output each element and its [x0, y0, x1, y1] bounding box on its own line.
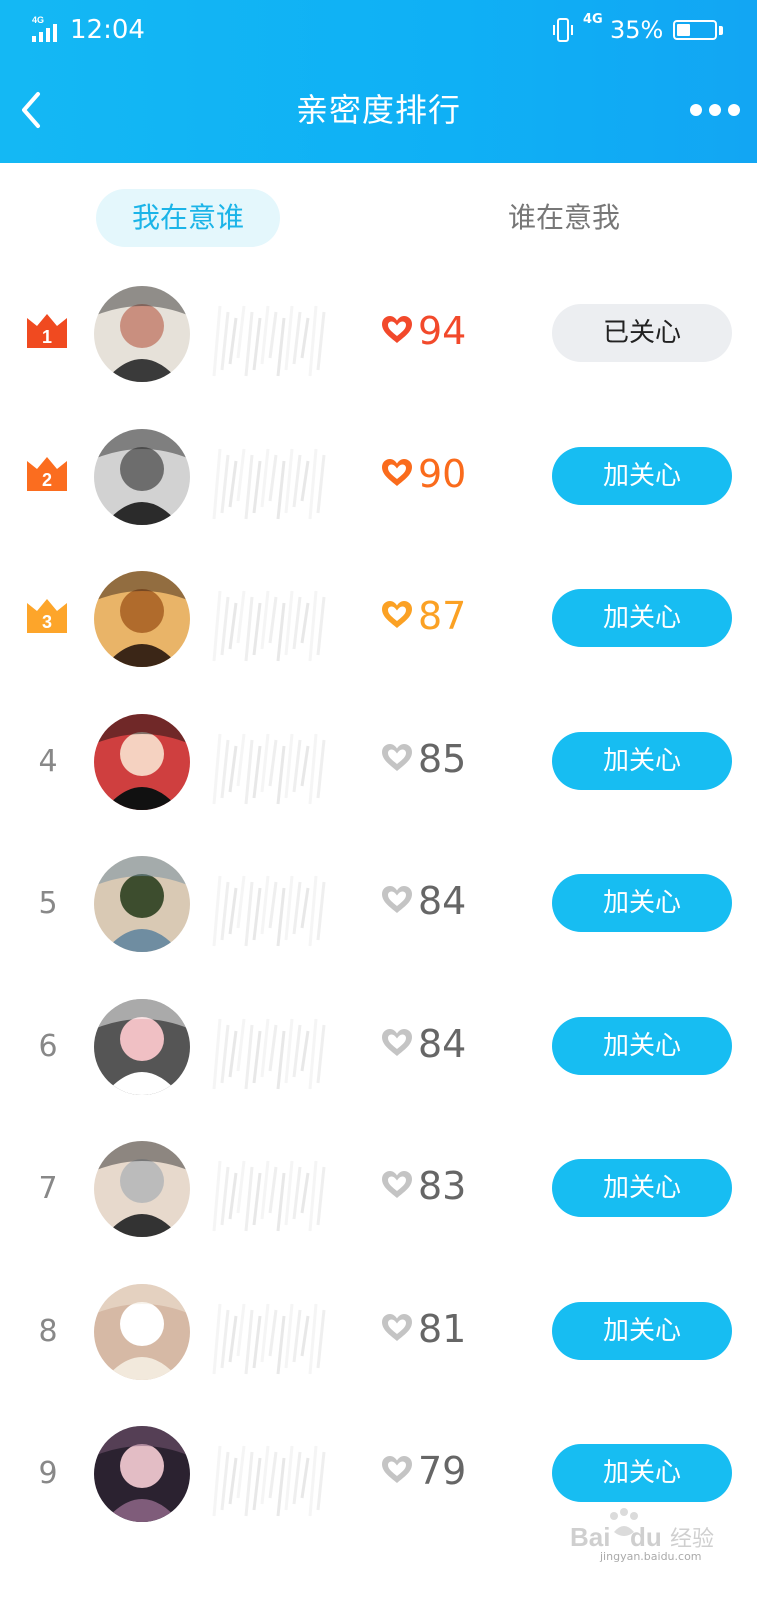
intimacy-score: 90: [418, 451, 467, 496]
rank-crown-icon: 3: [27, 599, 67, 633]
avatar-image: [94, 998, 190, 1095]
heart-icon: [382, 601, 412, 628]
heart-outline-icon: [382, 743, 412, 771]
heart-outline-icon: [382, 1171, 412, 1198]
avatar-image: [94, 571, 190, 667]
avatar-image: [94, 1141, 190, 1237]
heart-icon: [382, 316, 412, 343]
intimacy-score: 84: [418, 879, 467, 923]
signal-icon: 4G: [32, 15, 57, 42]
avatar[interactable]: [94, 428, 190, 525]
tab-bar: 我在意谁 谁在意我: [0, 185, 757, 255]
heart-outline-icon: [382, 1456, 412, 1483]
rank-number: 1: [42, 327, 52, 347]
more-dot: [690, 104, 702, 116]
nickname-redacted: [212, 448, 326, 519]
rank-number: 9: [38, 1456, 58, 1491]
ranking-row[interactable]: 3 87 加关心: [0, 557, 757, 699]
avatar[interactable]: [94, 1141, 190, 1237]
battery-percent: 35%: [610, 16, 664, 44]
avatar[interactable]: [94, 1283, 190, 1380]
status-bar: 4G 12:04 4G 35%: [0, 0, 757, 60]
avatar[interactable]: [94, 571, 190, 667]
add-care-button[interactable]: 加关心: [552, 446, 732, 505]
avatar[interactable]: [94, 998, 190, 1095]
more-dot: [728, 104, 740, 116]
avatar[interactable]: [94, 1426, 190, 1522]
nickname-redacted: [212, 1303, 326, 1374]
add-care-button[interactable]: 加关心: [552, 589, 732, 647]
intimacy-score: 83: [418, 1164, 467, 1208]
ranking-row[interactable]: 6 84 加关心: [0, 985, 757, 1127]
nickname-redacted: [212, 733, 326, 804]
intimacy-score: 85: [418, 736, 467, 781]
ranking-row[interactable]: 8 81 加关心: [0, 1270, 757, 1412]
add-care-button[interactable]: 加关心: [552, 1159, 732, 1217]
intimacy-score: 94: [418, 309, 467, 353]
ranking-row[interactable]: 5 84 加关心: [0, 842, 757, 984]
rank-number: 3: [42, 612, 52, 632]
rank-number: 8: [38, 1313, 58, 1349]
nickname-redacted: [212, 590, 326, 662]
heart-outline-icon: [382, 1313, 412, 1341]
avatar-image: [94, 428, 190, 525]
rank-number: 6: [38, 1028, 58, 1064]
svg-text:4G: 4G: [32, 15, 44, 25]
ranking-row[interactable]: 2 90 加关心: [0, 415, 757, 557]
add-care-button[interactable]: 加关心: [552, 1444, 732, 1502]
rank-crown-icon: 2: [27, 456, 67, 491]
nickname-redacted: [212, 305, 326, 377]
add-care-button[interactable]: 加关心: [552, 1016, 732, 1075]
nickname-redacted: [212, 1445, 326, 1517]
rank-number: 7: [38, 1171, 58, 1206]
rank-number: 5: [38, 886, 58, 921]
more-dot: [709, 104, 721, 116]
watermark-url: jingyan.baidu.com: [600, 1550, 702, 1563]
avatar-image: [94, 286, 190, 382]
avatar-image: [94, 1283, 190, 1380]
rank-crown-icon: 1: [27, 314, 67, 348]
ranking-row[interactable]: 4 85 加关心: [0, 700, 757, 842]
avatar-image: [94, 856, 190, 952]
svg-text:经验: 经验: [670, 1527, 714, 1552]
battery-tip: [719, 26, 723, 35]
data-network-label: 4G: [583, 12, 603, 27]
status-time: 12:04: [70, 15, 145, 45]
avatar[interactable]: [94, 286, 190, 382]
avatar-image: [94, 713, 190, 810]
add-care-button[interactable]: 加关心: [552, 1301, 732, 1360]
rank-number: 4: [38, 743, 58, 779]
avatar[interactable]: [94, 856, 190, 952]
rank-number: 2: [42, 470, 52, 490]
nickname-redacted: [212, 875, 326, 947]
avatar-image: [94, 1426, 190, 1522]
ranking-row[interactable]: 7 83 加关心: [0, 1127, 757, 1269]
ranking-row[interactable]: 1 94 已关心: [0, 272, 757, 414]
tab-i-care-about[interactable]: 我在意谁: [96, 189, 280, 247]
header-bar: 4G 12:04 4G 35% 亲密度排行: [0, 0, 757, 163]
tab-who-cares-about-me[interactable]: 谁在意我: [472, 189, 656, 247]
heart-icon: [382, 458, 412, 486]
intimacy-score: 84: [418, 1021, 467, 1066]
add-care-button[interactable]: 加关心: [552, 874, 732, 932]
vibrate-icon: [553, 18, 573, 42]
add-care-button[interactable]: 加关心: [552, 731, 732, 790]
nickname-redacted: [212, 1018, 326, 1089]
battery-fill: [677, 24, 690, 36]
page-title: 亲密度排行: [295, 91, 461, 129]
svg-text:du: du: [630, 1522, 662, 1552]
nickname-redacted: [212, 1160, 326, 1232]
more-horizontal-icon[interactable]: [690, 100, 742, 120]
battery-icon: [673, 20, 717, 40]
cared-button[interactable]: 已关心: [552, 304, 732, 362]
svg-text:Bai: Bai: [570, 1522, 610, 1552]
intimacy-score: 87: [418, 594, 467, 638]
avatar[interactable]: [94, 713, 190, 810]
intimacy-score: 81: [418, 1306, 467, 1351]
heart-outline-icon: [382, 1028, 412, 1056]
heart-outline-icon: [382, 886, 412, 913]
intimacy-score: 79: [418, 1449, 467, 1493]
